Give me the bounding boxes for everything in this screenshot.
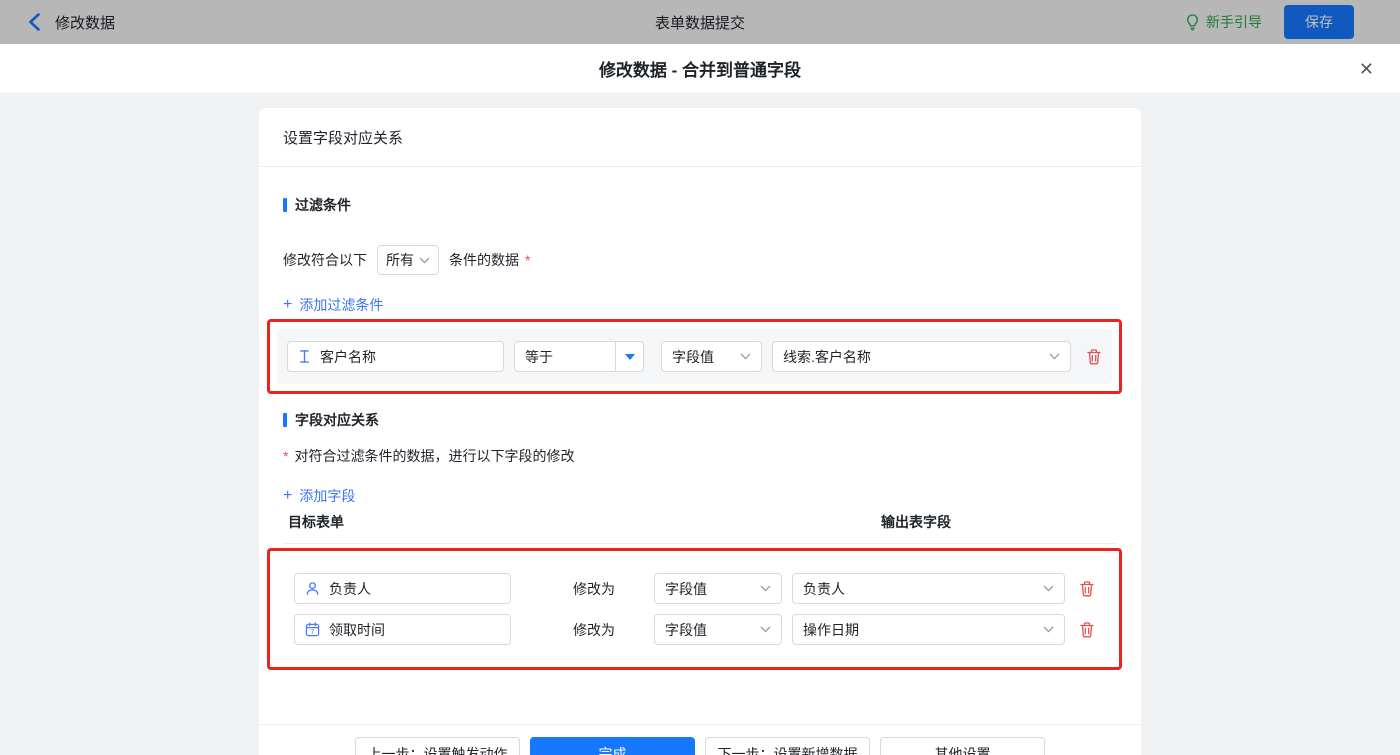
chevron-down-icon [1043,626,1054,633]
svg-text:7: 7 [311,629,315,636]
chevron-down-icon [740,353,751,360]
plus-icon: + [283,296,293,313]
output-field-value: 负责人 [803,580,845,597]
text-field-icon [298,349,311,364]
add-field-link[interactable]: + 添加字段 [283,486,355,506]
chevron-down-icon [419,257,430,264]
mapping-value-type: 字段值 [665,621,707,638]
mapping-section: 字段对应关系 * 对符合过滤条件的数据，进行以下字段的修改 + 添加字段 目标表… [259,410,1141,670]
mapping-value-type-select[interactable]: 字段值 [654,614,782,645]
condition-suffix-label: 条件的数据 [449,252,519,268]
card-footer: 上一步：设置触发动作 完成 下一步：设置新增数据 其他设置 [259,724,1141,755]
save-button[interactable]: 保存 [1284,5,1354,39]
target-field-input-owner[interactable]: 负责人 [294,573,511,604]
mapping-row: 负责人 修改为 字段值 负责人 [294,573,1095,604]
operator-caret-segment[interactable] [615,342,643,371]
card-title: 设置字段对应关系 [259,108,1141,167]
operator-select[interactable]: 等于 [514,341,644,372]
filter-value-select[interactable]: 线索.客户名称 [772,341,1071,372]
section-marker [283,198,287,212]
mapping-value-type: 字段值 [665,580,707,597]
settings-card: 设置字段对应关系 过滤条件 修改符合以下 所有 条件的数据 * + 添加过滤条件… [259,108,1141,755]
action-label: 修改为 [573,580,615,597]
user-icon [305,581,320,596]
column-header-target: 目标表单 [288,514,344,530]
match-type-value: 所有 [386,252,414,268]
chevron-down-icon [760,626,771,633]
target-field-value: 负责人 [329,580,371,597]
add-filter-label: 添加过滤条件 [299,297,384,313]
delete-mapping-button[interactable] [1079,580,1095,597]
caret-down-icon [624,353,635,360]
prev-step-button[interactable]: 上一步：设置触发动作 [355,737,520,755]
modal-title: 修改数据 - 合并到普通字段 [598,61,802,80]
output-field-select[interactable]: 负责人 [792,573,1065,604]
condition-prefix-label: 修改符合以下 [283,252,367,268]
mapping-section-title: 字段对应关系 [295,412,379,428]
filter-field-input[interactable]: 客户名称 [287,341,504,372]
modal-header: 修改数据 - 合并到普通字段 ✕ [0,44,1400,94]
calendar-icon: 7 [305,622,320,637]
mapping-column-headers: 目标表单 输出表字段 [283,506,1117,544]
next-step-button[interactable]: 下一步：设置新增数据 [705,737,870,755]
filter-field-value: 客户名称 [320,348,376,365]
mapping-description: 对符合过滤条件的数据，进行以下字段的修改 [294,448,575,464]
guide-link[interactable]: 新手引导 [1185,12,1262,32]
filter-value: 线索.客户名称 [783,348,871,365]
filter-section: 过滤条件 修改符合以下 所有 条件的数据 * + 添加过滤条件 客户名称 等于 … [259,195,1141,394]
trash-icon [1086,348,1102,365]
trash-icon [1079,580,1095,597]
column-header-output: 输出表字段 [881,514,951,530]
modal-body: 设置字段对应关系 过滤条件 修改符合以下 所有 条件的数据 * + 添加过滤条件… [0,94,1400,755]
topbar: 修改数据 表单数据提交 新手引导 保存 [0,0,1400,44]
chevron-down-icon [1043,585,1054,592]
add-field-label: 添加字段 [299,488,356,504]
target-field-value: 领取时间 [329,621,385,638]
plus-icon: + [283,487,293,504]
chevron-down-icon [1049,353,1060,360]
close-icon: ✕ [1358,58,1374,79]
delete-mapping-button[interactable] [1079,621,1095,638]
action-label: 修改为 [573,621,615,638]
required-asterisk: * [525,252,531,268]
add-filter-link[interactable]: + 添加过滤条件 [283,295,383,315]
required-asterisk: * [283,448,289,464]
close-button[interactable]: ✕ [1359,60,1374,78]
mapping-row: 7 领取时间 修改为 字段值 操作日期 [294,614,1095,645]
match-type-select[interactable]: 所有 [377,245,439,275]
done-button[interactable]: 完成 [530,737,695,755]
output-field-value: 操作日期 [803,621,859,638]
mapping-value-type-select[interactable]: 字段值 [654,573,782,604]
section-marker [283,413,287,427]
chevron-down-icon [760,585,771,592]
output-field-select[interactable]: 操作日期 [792,614,1065,645]
guide-label: 新手引导 [1206,14,1262,30]
filter-section-title: 过滤条件 [295,197,351,213]
annotation-box-filter: 客户名称 等于 字段值 线索.客户名称 [267,319,1122,394]
lightbulb-icon [1185,13,1200,31]
operator-value: 等于 [525,348,553,365]
delete-filter-button[interactable] [1086,348,1102,365]
target-field-input-pickup-time[interactable]: 7 领取时间 [294,614,511,645]
annotation-box-mapping: 负责人 修改为 字段值 负责人 7 领取时间 修改为 字段值 操作日期 [267,548,1122,670]
filter-row: 客户名称 等于 字段值 线索.客户名称 [277,329,1112,384]
filter-value-type: 字段值 [672,348,714,365]
other-settings-button[interactable]: 其他设置 [880,737,1045,755]
trash-icon [1079,621,1095,638]
filter-value-type-select[interactable]: 字段值 [661,341,762,372]
